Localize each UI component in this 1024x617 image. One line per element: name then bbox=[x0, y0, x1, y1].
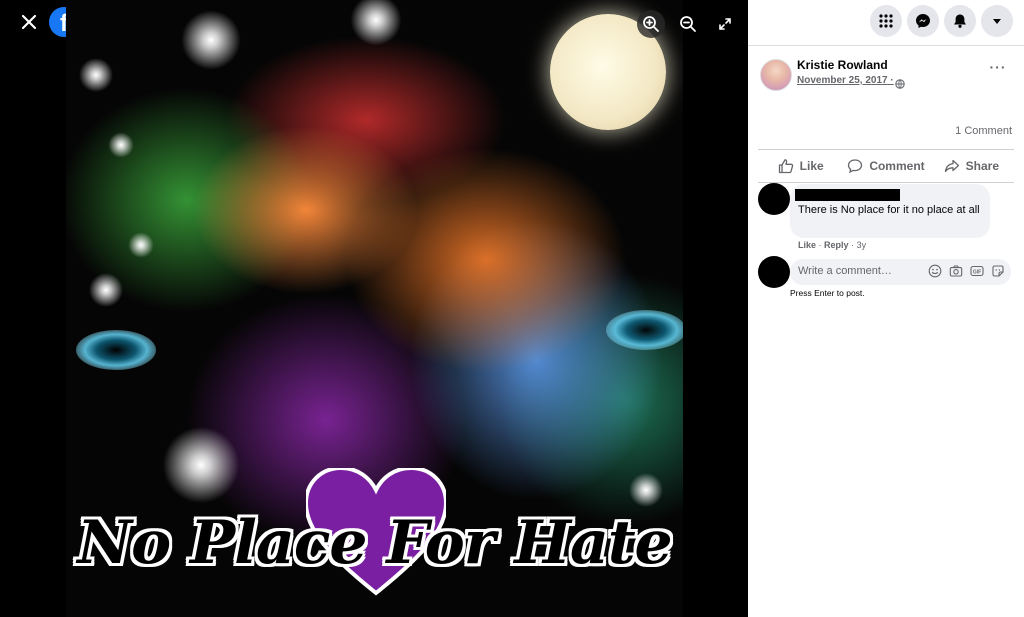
post-date[interactable]: November 25, 2017 · bbox=[797, 75, 894, 86]
gif-icon[interactable]: GIF bbox=[970, 264, 984, 278]
more-options-icon[interactable]: ··· bbox=[986, 60, 1010, 78]
menu-grid-icon[interactable] bbox=[870, 5, 902, 37]
comment-like-link[interactable]: Like bbox=[798, 240, 816, 250]
comment-label: Comment bbox=[869, 159, 925, 173]
svg-text:GIF: GIF bbox=[973, 269, 981, 275]
camera-icon[interactable] bbox=[949, 264, 963, 278]
current-user-avatar[interactable] bbox=[758, 256, 790, 288]
sparkle-graphic bbox=[106, 130, 136, 160]
share-arrow-icon bbox=[944, 159, 959, 173]
post-image: No Place For Hate bbox=[66, 0, 683, 617]
topbar-divider bbox=[748, 45, 1024, 46]
account-dropdown-icon[interactable] bbox=[981, 5, 1013, 37]
like-label: Like bbox=[799, 159, 824, 173]
emoji-icon[interactable] bbox=[928, 264, 942, 278]
sticker-icon[interactable] bbox=[991, 264, 1005, 278]
share-button[interactable]: Share bbox=[929, 150, 1014, 182]
post-panel: Kristie Rowland November 25, 2017 · ··· … bbox=[748, 0, 1024, 617]
date-separator: · bbox=[890, 75, 894, 86]
comment-bubble-icon bbox=[848, 159, 863, 174]
comment-bubble: There is No place for it no place at all bbox=[790, 184, 990, 238]
thumbs-up-icon bbox=[778, 159, 793, 174]
sparkle-graphic bbox=[126, 230, 156, 260]
globe-icon[interactable] bbox=[895, 76, 905, 94]
top-bar bbox=[748, 0, 1024, 44]
close-icon[interactable] bbox=[16, 9, 42, 35]
commenter-avatar[interactable] bbox=[758, 183, 790, 215]
comment-input[interactable]: Write a comment… GIF bbox=[790, 259, 1011, 285]
zoom-out-icon[interactable] bbox=[674, 10, 702, 38]
press-enter-hint: Press Enter to post. bbox=[790, 288, 865, 298]
comment-input-placeholder: Write a comment… bbox=[798, 265, 892, 277]
comment-reply-link[interactable]: Reply bbox=[824, 240, 849, 250]
sparkle-graphic bbox=[176, 5, 246, 75]
messenger-icon[interactable] bbox=[907, 5, 939, 37]
like-button[interactable]: Like bbox=[758, 150, 843, 182]
sparkle-graphic bbox=[346, 0, 406, 50]
sparkle-graphic bbox=[156, 420, 246, 510]
comment-text: There is No place for it no place at all bbox=[798, 204, 980, 216]
redacted-commenter-name bbox=[795, 189, 900, 201]
comment-age[interactable]: 3y bbox=[857, 240, 867, 250]
comment-count[interactable]: 1 Comment bbox=[955, 125, 1012, 137]
photo-viewer: f No Place For Hate bbox=[0, 0, 748, 617]
zoom-in-icon[interactable] bbox=[637, 10, 665, 38]
comment-dot: · bbox=[818, 240, 822, 250]
post-date-text[interactable]: November 25, 2017 bbox=[797, 75, 888, 86]
comment-actions: Like · Reply · 3y bbox=[798, 240, 866, 250]
notifications-bell-icon[interactable] bbox=[944, 5, 976, 37]
sparkle-graphic bbox=[86, 270, 126, 310]
author-avatar[interactable] bbox=[760, 59, 792, 91]
composer-icons: GIF bbox=[928, 264, 1005, 278]
post-action-bar: Like Comment Share bbox=[758, 149, 1014, 183]
sparkle-graphic bbox=[626, 470, 666, 510]
comment-button[interactable]: Comment bbox=[843, 150, 928, 182]
sparkle-graphic bbox=[76, 55, 116, 95]
image-slogan: No Place For Hate bbox=[77, 508, 672, 578]
eye-graphic bbox=[606, 310, 683, 350]
fullscreen-icon[interactable] bbox=[711, 10, 739, 38]
comment-dot: · bbox=[851, 240, 855, 250]
eye-graphic bbox=[76, 330, 156, 370]
author-name[interactable]: Kristie Rowland bbox=[797, 58, 888, 72]
share-label: Share bbox=[965, 159, 999, 173]
